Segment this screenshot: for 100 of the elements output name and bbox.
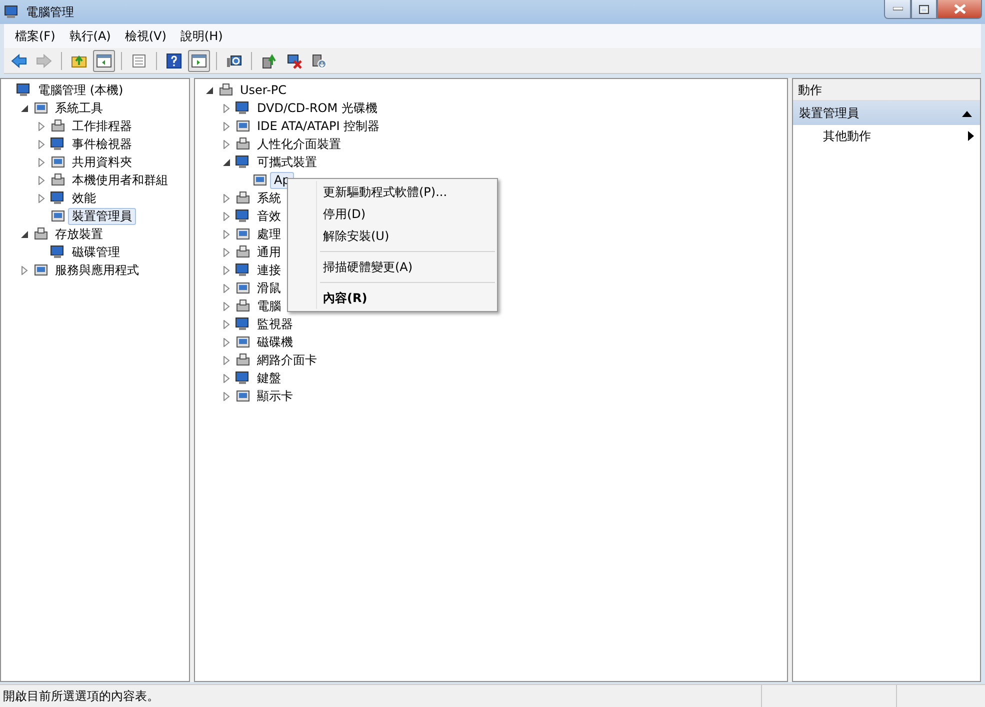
list-icon <box>131 52 147 68</box>
action-link[interactable]: 其他動作 <box>823 127 871 145</box>
tree-item[interactable]: 電腦 <box>253 298 285 314</box>
tree-item[interactable]: 連接 <box>253 262 285 278</box>
toolbar-button[interactable] <box>188 50 210 72</box>
tree-item[interactable]: 人性化介面裝置 <box>253 136 345 152</box>
device-icon <box>235 388 251 404</box>
expand-arrow-icon[interactable] <box>36 140 46 148</box>
expand-arrow-icon[interactable] <box>222 230 230 238</box>
device-icon <box>50 208 66 224</box>
expand-arrow-icon[interactable] <box>222 248 230 256</box>
device-icon <box>235 118 251 134</box>
tree-item[interactable]: 系統工具 <box>51 100 107 116</box>
minimize-icon <box>892 7 902 11</box>
panel-icon <box>96 52 112 68</box>
collapse-icon[interactable] <box>962 110 972 116</box>
tree-item[interactable]: 裝置管理員 <box>68 208 136 224</box>
expand-arrow-icon[interactable] <box>222 320 230 328</box>
tree-item[interactable]: 存放裝置 <box>51 226 107 242</box>
tree-item[interactable]: 工作排程器 <box>68 118 136 134</box>
expand-arrow-icon[interactable] <box>36 122 46 130</box>
tree-item[interactable]: 滑鼠 <box>253 280 285 296</box>
collapse-arrow-icon[interactable] <box>20 230 28 238</box>
window-title: 電腦管理 <box>26 4 74 21</box>
tree-item[interactable]: DVD/CD-ROM 光碟機 <box>253 100 382 116</box>
expand-arrow-icon[interactable] <box>222 374 230 382</box>
tree-item[interactable]: 服務與應用程式 <box>51 262 143 278</box>
menu-item[interactable]: 解除安裝(U) <box>290 225 495 247</box>
expand-arrow-icon[interactable] <box>222 212 230 220</box>
tree-item[interactable]: 電腦管理 (本機) <box>34 82 128 98</box>
menu-item[interactable]: 內容(R) <box>320 282 495 309</box>
expand-arrow-icon[interactable] <box>222 338 230 346</box>
computer-icon <box>235 370 251 386</box>
tree-item[interactable]: User-PC <box>236 82 291 98</box>
expand-arrow-icon[interactable] <box>222 140 230 148</box>
expand-arrow-icon[interactable] <box>222 122 230 130</box>
tree-item[interactable]: 網路介面卡 <box>253 352 321 368</box>
expand-arrow-icon[interactable] <box>222 104 230 112</box>
tree-item[interactable]: 磁碟管理 <box>68 244 124 260</box>
device-icon <box>235 280 251 296</box>
expand-arrow-icon[interactable] <box>36 194 46 202</box>
app-icon <box>4 4 20 20</box>
forward-arrow-icon <box>36 52 52 68</box>
computer-icon <box>235 262 251 278</box>
expand-arrow-icon[interactable] <box>222 302 230 310</box>
menu-item[interactable]: 檢視(V) <box>118 25 174 47</box>
computer-icon <box>50 244 66 260</box>
computer-icon <box>16 82 32 98</box>
collapse-arrow-icon[interactable] <box>20 104 28 112</box>
tree-item[interactable]: 可攜式裝置 <box>253 154 321 170</box>
tree-item[interactable]: 處理 <box>253 226 285 242</box>
help-icon <box>166 52 182 68</box>
expand-arrow-icon[interactable] <box>20 266 28 274</box>
menu-item[interactable]: 停用(D) <box>290 203 495 225</box>
tree-item[interactable]: 共用資料夾 <box>68 154 136 170</box>
tree-item[interactable]: 鍵盤 <box>253 370 285 386</box>
computer-icon <box>235 100 251 116</box>
expand-arrow-icon[interactable] <box>222 284 230 292</box>
tree-item[interactable]: 顯示卡 <box>253 388 297 404</box>
device-icon <box>235 334 251 350</box>
device-icon <box>252 172 268 188</box>
device-icon <box>33 262 49 278</box>
computer-icon <box>50 136 66 152</box>
menu-item[interactable]: 檔案(F) <box>8 25 62 47</box>
expand-arrow-icon[interactable] <box>222 392 230 400</box>
close-button[interactable] <box>937 0 982 19</box>
tree-item[interactable]: 本機使用者和群組 <box>68 172 172 188</box>
menu-item[interactable]: 掃描硬體變更(A) <box>320 251 495 278</box>
section-title: 裝置管理員 <box>799 105 859 122</box>
tree-item[interactable]: 磁碟機 <box>253 334 297 350</box>
tree-item[interactable]: 音效 <box>253 208 285 224</box>
maximize-button[interactable] <box>911 0 937 19</box>
close-icon <box>954 4 966 14</box>
minimize-button[interactable] <box>884 0 911 19</box>
tree-item[interactable]: 效能 <box>68 190 100 206</box>
device-icon <box>33 100 49 116</box>
computer-icon <box>235 316 251 332</box>
menu-item[interactable]: 執行(A) <box>62 25 118 47</box>
tree-item[interactable]: 事件檢視器 <box>68 136 136 152</box>
expand-arrow-icon[interactable] <box>222 194 230 202</box>
device-icon <box>235 226 251 242</box>
expand-arrow-icon[interactable] <box>222 356 230 364</box>
expand-arrow-icon[interactable] <box>36 158 46 166</box>
panel-icon <box>191 52 207 68</box>
computer-icon <box>235 154 251 170</box>
collapse-arrow-icon[interactable] <box>204 86 214 94</box>
tree-item[interactable]: 通用 <box>253 244 285 260</box>
pane-header: 動作 <box>793 79 980 101</box>
back-arrow-icon <box>11 52 27 68</box>
tree-item[interactable]: 監視器 <box>253 316 297 332</box>
expand-arrow-icon[interactable] <box>222 266 230 274</box>
computer-icon <box>235 208 251 224</box>
folder-up-icon <box>71 52 87 68</box>
collapse-arrow-icon[interactable] <box>222 158 230 166</box>
expand-arrow-icon[interactable] <box>36 176 46 184</box>
toolbar-button[interactable] <box>93 50 115 72</box>
computer-icon <box>50 190 66 206</box>
tree-item[interactable]: IDE ATA/ATAPI 控制器 <box>253 118 384 134</box>
tree-item[interactable]: 系統 <box>253 190 285 206</box>
menu-item[interactable]: 說明(H) <box>173 25 230 47</box>
